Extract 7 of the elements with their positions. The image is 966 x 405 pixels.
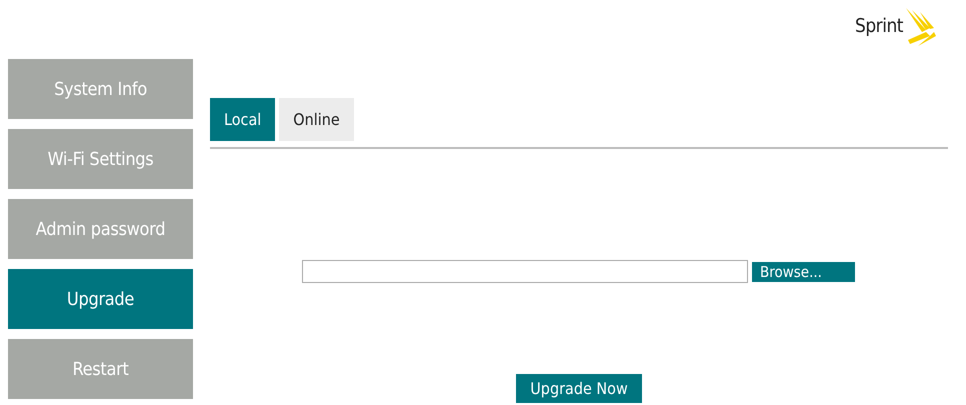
tab[interactable]: Online <box>279 98 354 141</box>
browse-button[interactable]: Browse... <box>752 262 855 282</box>
logo-text: Sprint <box>854 15 903 37</box>
upgrade-now-button[interactable]: Upgrade Now <box>516 374 642 403</box>
sidebar-item[interactable]: Upgrade <box>8 269 193 329</box>
tab[interactable]: Local <box>210 98 276 141</box>
file-path-field[interactable] <box>302 260 748 283</box>
